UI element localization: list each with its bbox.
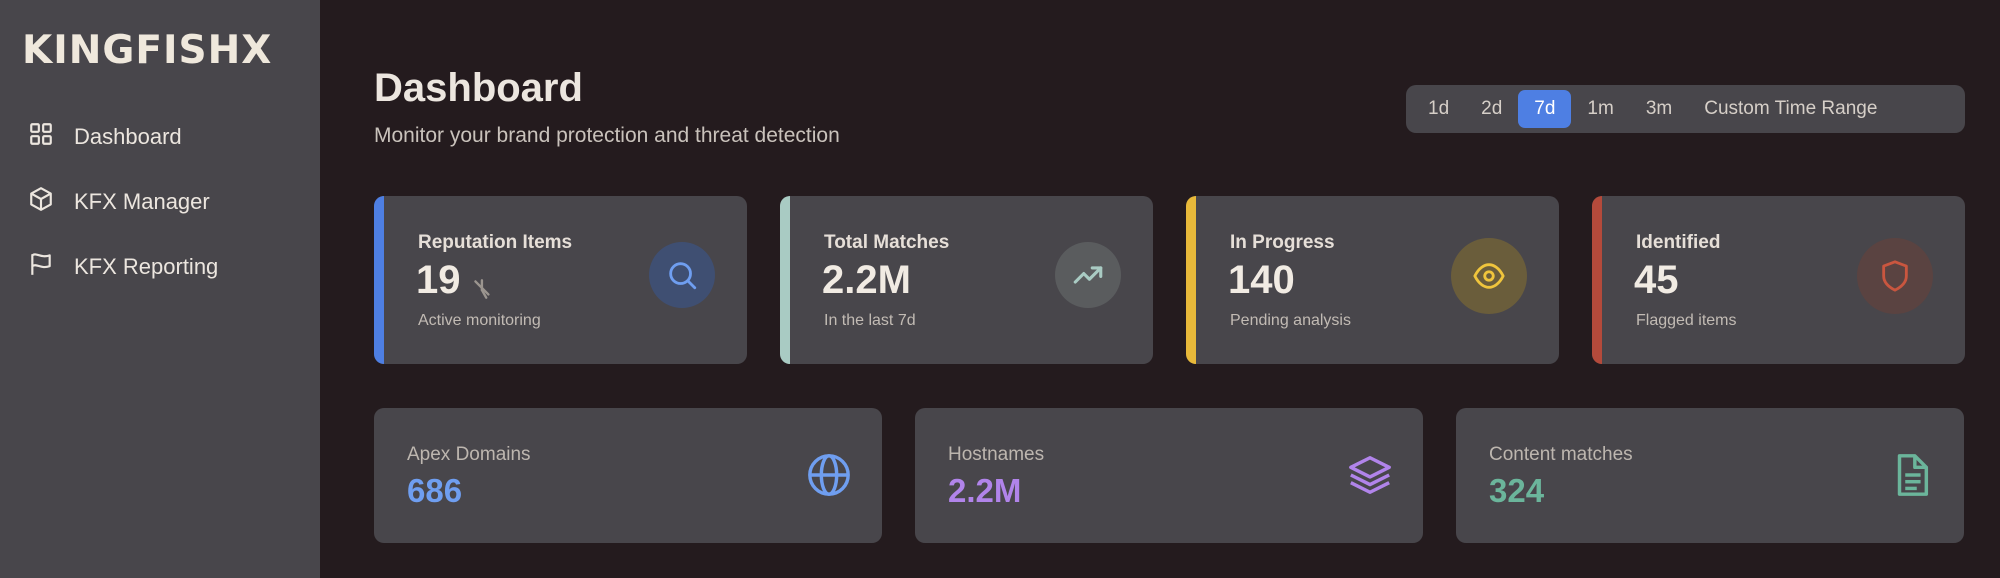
stat-card-in-progress[interactable]: In Progress 140 Pending analysis <box>1186 196 1559 364</box>
metric-card-content-matches[interactable]: Content matches 324 <box>1456 408 1964 543</box>
stat-note: Pending analysis <box>1230 312 1351 329</box>
stat-note: Flagged items <box>1636 312 1737 329</box>
time-range-1m[interactable]: 1m <box>1571 90 1629 128</box>
stat-label: Identified <box>1636 232 1721 253</box>
metric-card-apex-domains[interactable]: Apex Domains 686 <box>374 408 882 543</box>
stat-label: In Progress <box>1230 232 1335 253</box>
sidebar-item-dashboard[interactable]: Dashboard <box>28 117 182 157</box>
time-range-7d[interactable]: 7d <box>1518 90 1572 128</box>
sidebar-item-label: KFX Manager <box>74 189 210 214</box>
stat-card-total-matches[interactable]: Total Matches 2.2M In the last 7d <box>780 196 1153 364</box>
stat-value: 19 <box>416 258 461 302</box>
time-range-2d[interactable]: 2d <box>1465 90 1518 128</box>
grid-icon <box>28 121 54 153</box>
card-accent <box>780 196 790 364</box>
metric-label: Apex Domains <box>407 444 531 465</box>
document-icon <box>1897 454 1929 496</box>
page-title: Dashboard <box>374 66 583 110</box>
stat-note: In the last 7d <box>824 312 916 329</box>
time-range-3m[interactable]: 3m <box>1630 90 1688 128</box>
eye-icon <box>1451 238 1527 314</box>
sidebar-item-kfx-manager[interactable]: KFX Manager <box>28 182 210 222</box>
time-range-1d[interactable]: 1d <box>1412 90 1465 128</box>
metric-value: 324 <box>1489 472 1545 509</box>
stat-note: Active monitoring <box>418 312 541 329</box>
metric-card-hostnames[interactable]: Hostnames 2.2M <box>915 408 1423 543</box>
cursor-slash-icon <box>474 279 490 299</box>
sidebar: KINGFISHX Dashboard KFX Manager KFX Repo… <box>0 0 320 578</box>
sidebar-item-kfx-reporting[interactable]: KFX Reporting <box>28 247 218 287</box>
stat-value: 140 <box>1228 258 1295 302</box>
shield-icon <box>1857 238 1933 314</box>
stat-label: Total Matches <box>824 232 950 253</box>
flag-icon <box>28 251 54 283</box>
globe-icon <box>808 454 850 496</box>
card-accent <box>1186 196 1196 364</box>
sidebar-item-label: KFX Reporting <box>74 254 219 279</box>
card-accent <box>1592 196 1602 364</box>
card-accent <box>374 196 384 364</box>
trending-up-icon <box>1055 242 1121 308</box>
search-icon <box>649 242 715 308</box>
layers-icon <box>1349 456 1391 494</box>
stat-label: Reputation Items <box>418 232 573 253</box>
stat-value: 2.2M <box>822 258 911 302</box>
metric-label: Content matches <box>1489 444 1633 465</box>
stat-card-reputation-items[interactable]: Reputation Items 19 Active monitoring <box>374 196 747 364</box>
stat-value: 45 <box>1634 258 1679 302</box>
cube-icon <box>28 186 54 218</box>
stat-card-identified[interactable]: Identified 45 Flagged items <box>1592 196 1965 364</box>
metric-label: Hostnames <box>948 444 1045 465</box>
metric-value: 686 <box>407 472 463 509</box>
time-range-selector: 1d 2d 7d 1m 3m Custom Time Range <box>1406 85 1965 133</box>
page-subtitle: Monitor your brand protection and threat… <box>374 124 840 147</box>
sidebar-item-label: Dashboard <box>74 124 182 149</box>
metric-value: 2.2M <box>948 472 1022 509</box>
time-range-custom[interactable]: Custom Time Range <box>1688 90 1893 128</box>
brand-logo[interactable]: KINGFISHX <box>22 28 272 73</box>
